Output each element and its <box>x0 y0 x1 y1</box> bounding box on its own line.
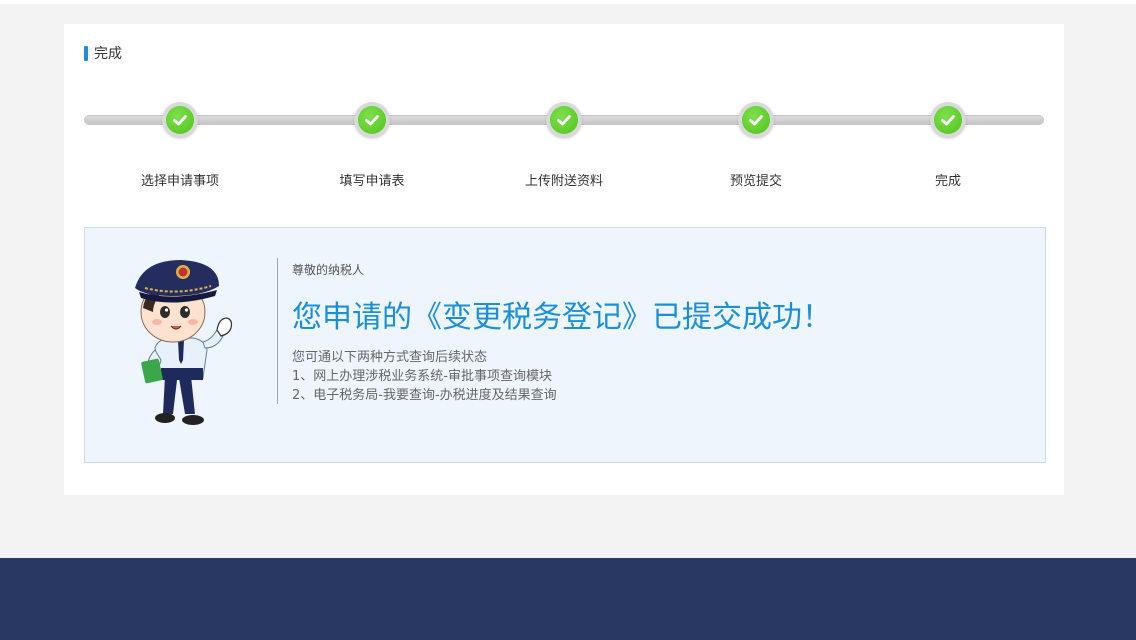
section-title-text: 完成 <box>94 46 122 62</box>
success-headline: 您申请的《变更税务登记》已提交成功！ <box>292 300 832 335</box>
step-1-check-icon <box>162 102 198 138</box>
page-footer <box>0 558 1136 640</box>
step-1-label: 选择申请事项 <box>140 174 219 189</box>
result-box: 尊敬的纳税人 您申请的《变更税务登记》已提交成功！ 您可通以下两种方式查询后续状… <box>84 227 1046 463</box>
step-4-check-icon <box>738 102 774 138</box>
step-3-label: 上传附送资料 <box>524 174 603 189</box>
tip-item-2: 2、电子税务局-我要查询-办税进度及结果查询 <box>292 388 557 403</box>
followup-tips: 您可通以下两种方式查询后续状态 1、网上办理涉税业务系统-审批事项查询模块 2、… <box>292 348 557 405</box>
content-panel: 完成 选择申请事项 填写申请表 上传附送资料 预览提交 完成 尊敬的纳税人 您申… <box>64 24 1064 495</box>
tips-intro: 您可通以下两种方式查询后续状态 <box>292 350 488 365</box>
step-3-check-icon <box>546 102 582 138</box>
step-4-label: 预览提交 <box>729 174 782 189</box>
section-title: 完成 <box>84 44 122 62</box>
step-2-check-icon <box>354 102 390 138</box>
tax-officer-mascot-icon <box>135 260 233 425</box>
step-2-label: 填写申请表 <box>339 174 405 189</box>
step-5-label: 完成 <box>934 174 961 189</box>
greeting-text: 尊敬的纳税人 <box>292 263 365 277</box>
result-divider <box>277 258 278 404</box>
step-5-check-icon <box>930 102 966 138</box>
title-accent-bar <box>84 45 88 61</box>
top-strip <box>0 0 1136 4</box>
tip-item-1: 1、网上办理涉税业务系统-审批事项查询模块 <box>292 369 552 384</box>
